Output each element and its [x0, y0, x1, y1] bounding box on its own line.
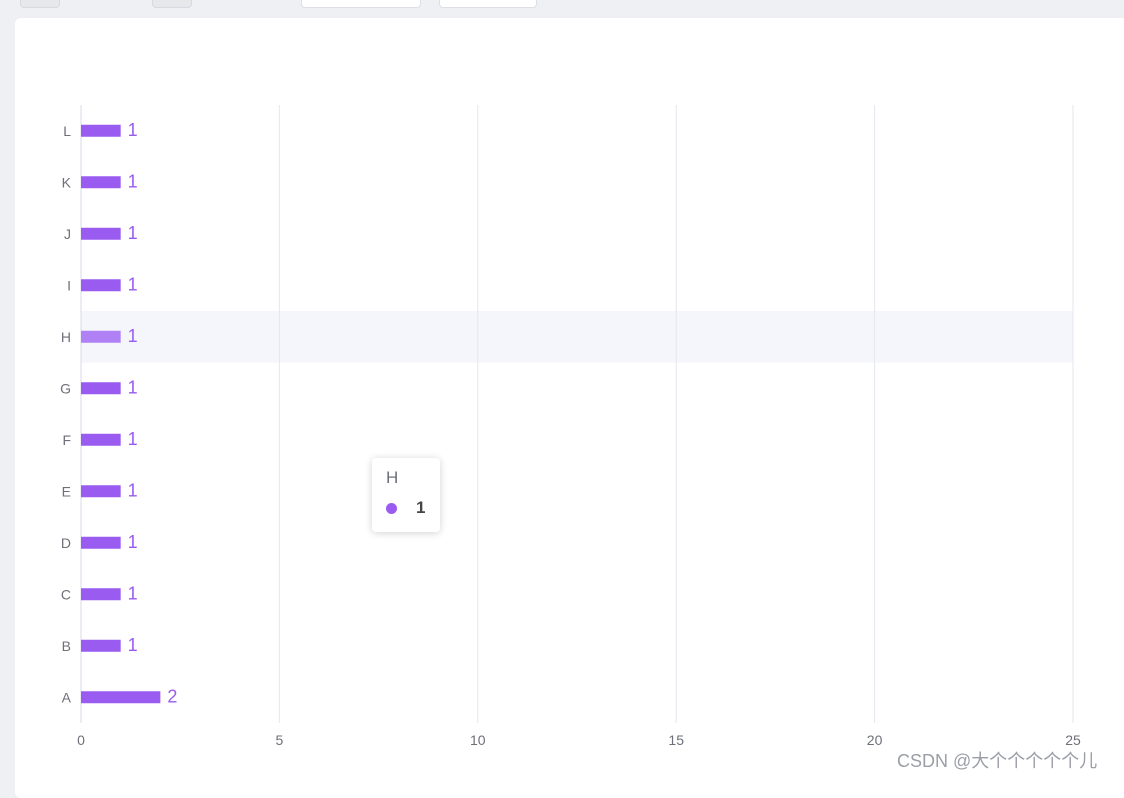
value-label: 1: [128, 223, 138, 243]
bar: [81, 691, 161, 704]
tooltip-marker: [386, 502, 397, 514]
x-tick-label: 0: [77, 732, 85, 748]
bar-chart: 0 5 10 15 20 25A 2B 1C 1D 1E 1F 1G 1H 1I 1J 1K 1L 1: [60, 105, 1081, 748]
y-category-label: F: [62, 432, 71, 448]
highlight-band: [81, 311, 1073, 363]
chart-tooltip: H 1: [372, 458, 440, 532]
x-tick-label: 25: [1065, 732, 1081, 748]
bar: [81, 330, 121, 343]
x-tick-label: 10: [470, 732, 486, 748]
value-label: 1: [128, 171, 138, 191]
y-category-label: K: [62, 174, 72, 190]
toolbar-button[interactable]: [152, 0, 192, 8]
y-category-label: B: [62, 638, 71, 654]
bar: [81, 588, 121, 601]
chart-card: 0 5 10 15 20 25 A 2 B 1 C 1 D 1 E 1 F 1 G 1 H 1 I 1 J 1 K 1 L 1: [15, 18, 1124, 798]
toolbar-button[interactable]: [20, 0, 60, 8]
bar: [81, 433, 121, 446]
value-label: 1: [128, 429, 138, 449]
y-category-label: G: [60, 380, 71, 396]
value-label: 1: [128, 120, 138, 140]
bar: [81, 176, 121, 189]
value-label: 1: [128, 635, 138, 655]
bar: [81, 639, 121, 652]
top-toolbar: [0, 0, 1124, 18]
y-category-label: A: [62, 689, 72, 705]
value-label: 1: [128, 326, 138, 346]
value-label: 2: [167, 686, 177, 706]
y-category-label: L: [63, 123, 71, 139]
bar: [81, 279, 121, 292]
y-category-label: J: [64, 226, 71, 242]
bar: [81, 227, 121, 240]
toolbar-select[interactable]: [439, 0, 537, 8]
value-label: 1: [128, 583, 138, 603]
y-category-label: I: [67, 277, 71, 293]
watermark: CSDN @大个个个个个儿: [897, 751, 1098, 771]
y-category-label: C: [61, 586, 71, 602]
y-category-label: H: [61, 329, 71, 345]
value-label: 1: [128, 377, 138, 397]
bar: [81, 124, 121, 137]
toolbar-select[interactable]: [301, 0, 421, 8]
y-category-label: E: [62, 483, 71, 499]
x-tick-label: 20: [867, 732, 883, 748]
bar: [81, 536, 121, 549]
y-category-label: D: [61, 535, 71, 551]
tooltip-row: 1: [386, 498, 426, 518]
x-tick-label: 5: [276, 732, 284, 748]
bar: [81, 485, 121, 498]
value-label: 1: [128, 480, 138, 500]
tooltip-title: H: [386, 468, 399, 487]
tooltip-value: 1: [416, 498, 426, 517]
value-label: 1: [128, 274, 138, 294]
bar: [81, 382, 121, 395]
x-tick-label: 15: [668, 732, 684, 748]
value-label: 1: [128, 532, 138, 552]
